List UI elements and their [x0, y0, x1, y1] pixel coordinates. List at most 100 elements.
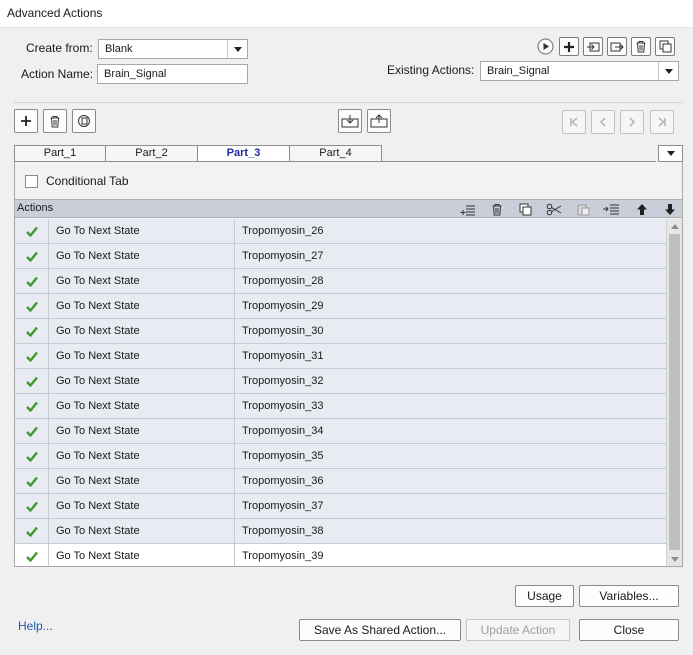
duplicate-action-button[interactable]: [655, 37, 675, 56]
add-icon: [21, 116, 31, 126]
table-row[interactable]: Go To Next State Tropomyosin_37: [15, 494, 666, 519]
last-icon: [658, 117, 666, 127]
tab-strip: Part_1 Part_2 Part_3 Part_4: [14, 145, 382, 162]
checkmark-icon: [25, 551, 38, 562]
next-tab-button[interactable]: [620, 110, 644, 134]
duplicate-decision-button[interactable]: [72, 109, 96, 133]
export-action-button[interactable]: [607, 37, 627, 56]
table-row[interactable]: Go To Next State Tropomyosin_31: [15, 344, 666, 369]
action-name-input[interactable]: Brain_Signal: [97, 64, 248, 84]
add-icon: [564, 41, 574, 52]
target-cell[interactable]: Tropomyosin_30: [235, 319, 666, 343]
action-cell[interactable]: Go To Next State: [49, 469, 235, 493]
action-cell[interactable]: Go To Next State: [49, 419, 235, 443]
action-cell[interactable]: Go To Next State: [49, 394, 235, 418]
save-as-shared-action-button[interactable]: Save As Shared Action...: [299, 619, 461, 641]
first-tab-button[interactable]: [562, 110, 586, 134]
scroll-down-icon[interactable]: [667, 552, 682, 566]
table-row[interactable]: Go To Next State Tropomyosin_34: [15, 419, 666, 444]
target-cell[interactable]: Tropomyosin_33: [235, 394, 666, 418]
delete-row-icon[interactable]: [488, 201, 506, 217]
close-button[interactable]: Close: [579, 619, 679, 641]
target-cell[interactable]: Tropomyosin_38: [235, 519, 666, 543]
checkmark-icon: [25, 526, 38, 537]
target-cell[interactable]: Tropomyosin_28: [235, 269, 666, 293]
table-row[interactable]: Go To Next State Tropomyosin_30: [15, 319, 666, 344]
chevron-down-icon[interactable]: [658, 62, 678, 80]
paste-icon[interactable]: [574, 201, 592, 217]
action-cell[interactable]: Go To Next State: [49, 219, 235, 243]
action-cell[interactable]: Go To Next State: [49, 369, 235, 393]
table-row[interactable]: Go To Next State Tropomyosin_26: [15, 219, 666, 244]
table-row[interactable]: Go To Next State Tropomyosin_36: [15, 469, 666, 494]
variables-button[interactable]: Variables...: [579, 585, 679, 607]
conditional-tab-checkbox[interactable]: [25, 174, 38, 188]
tab-part-3[interactable]: Part_3: [198, 145, 290, 162]
action-name-label: Action Name:: [21, 67, 94, 81]
move-down-icon[interactable]: [661, 201, 679, 217]
move-up-icon[interactable]: [633, 201, 651, 217]
action-cell[interactable]: Go To Next State: [49, 269, 235, 293]
conditional-tab-toggle[interactable]: Conditional Tab: [25, 174, 129, 188]
preview-button[interactable]: [537, 38, 554, 55]
tab-part-1[interactable]: Part_1: [14, 145, 106, 162]
target-cell[interactable]: Tropomyosin_37: [235, 494, 666, 518]
target-cell[interactable]: Tropomyosin_26: [235, 219, 666, 243]
import-action-button[interactable]: [583, 37, 603, 56]
delete-decision-button[interactable]: [43, 109, 67, 133]
table-row[interactable]: Go To Next State Tropomyosin_29: [15, 294, 666, 319]
chevron-down-icon[interactable]: [227, 40, 247, 58]
help-link[interactable]: Help...: [18, 619, 53, 633]
checkmark-icon: [25, 301, 38, 312]
cut-icon[interactable]: [545, 201, 563, 217]
scroll-thumb[interactable]: [669, 234, 680, 550]
table-row[interactable]: Go To Next State Tropomyosin_38: [15, 519, 666, 544]
action-cell[interactable]: Go To Next State: [49, 319, 235, 343]
tab-part-4[interactable]: Part_4: [290, 145, 382, 162]
action-cell[interactable]: Go To Next State: [49, 294, 235, 318]
create-from-select[interactable]: Blank: [98, 39, 248, 59]
table-row[interactable]: Go To Next State Tropomyosin_33: [15, 394, 666, 419]
window-title: Advanced Actions: [7, 6, 103, 20]
status-cell: [15, 244, 49, 268]
action-cell[interactable]: Go To Next State: [49, 444, 235, 468]
previous-tab-button[interactable]: [591, 110, 615, 134]
tab-menu-button[interactable]: [658, 145, 683, 162]
table-row[interactable]: Go To Next State Tropomyosin_39: [15, 544, 666, 566]
action-cell[interactable]: Go To Next State: [49, 244, 235, 268]
action-cell[interactable]: Go To Next State: [49, 494, 235, 518]
add-decision-button[interactable]: [14, 109, 38, 133]
table-row[interactable]: Go To Next State Tropomyosin_32: [15, 369, 666, 394]
table-row[interactable]: Go To Next State Tropomyosin_35: [15, 444, 666, 469]
tab-part-2[interactable]: Part_2: [106, 145, 198, 162]
action-cell[interactable]: Go To Next State: [49, 544, 235, 566]
delete-action-button[interactable]: [631, 37, 651, 56]
target-cell[interactable]: Tropomyosin_39: [235, 544, 666, 566]
actions-scrollbar[interactable]: [666, 219, 682, 566]
checkmark-icon: [25, 226, 38, 237]
table-row[interactable]: Go To Next State Tropomyosin_27: [15, 244, 666, 269]
insert-below-icon[interactable]: [602, 201, 620, 217]
existing-actions-select[interactable]: Brain_Signal: [480, 61, 679, 81]
target-cell[interactable]: Tropomyosin_35: [235, 444, 666, 468]
copy-row-icon[interactable]: [516, 201, 534, 217]
export-decision-button[interactable]: [367, 109, 391, 133]
usage-button[interactable]: Usage: [515, 585, 574, 607]
last-tab-button[interactable]: [650, 110, 674, 134]
action-cell[interactable]: Go To Next State: [49, 519, 235, 543]
target-cell[interactable]: Tropomyosin_34: [235, 419, 666, 443]
table-row[interactable]: Go To Next State Tropomyosin_28: [15, 269, 666, 294]
scroll-up-icon[interactable]: [667, 219, 682, 233]
target-cell[interactable]: Tropomyosin_32: [235, 369, 666, 393]
import-decision-button[interactable]: [338, 109, 362, 133]
add-action-button[interactable]: [559, 37, 579, 56]
target-cell[interactable]: Tropomyosin_36: [235, 469, 666, 493]
export-icon: [610, 42, 624, 51]
status-cell: [15, 294, 49, 318]
insert-row-icon[interactable]: [459, 201, 477, 217]
target-cell[interactable]: Tropomyosin_29: [235, 294, 666, 318]
update-action-button[interactable]: Update Action: [466, 619, 570, 641]
action-cell[interactable]: Go To Next State: [49, 344, 235, 368]
target-cell[interactable]: Tropomyosin_31: [235, 344, 666, 368]
target-cell[interactable]: Tropomyosin_27: [235, 244, 666, 268]
